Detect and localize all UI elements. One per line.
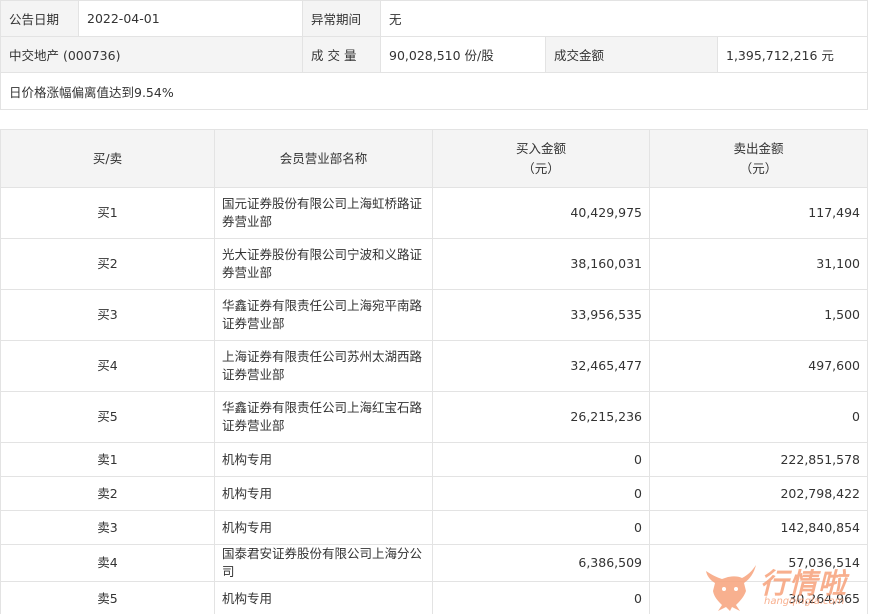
info-row: 公告日期 2022-04-01 异常期间 无 (0, 0, 869, 37)
row-buy-amount: 0 (432, 581, 650, 614)
table-row: 卖5 机构专用 0 30,264,965 (0, 581, 868, 614)
row-side: 买2 (0, 238, 215, 290)
header-sell-amount: 卖出金额 （元） (649, 129, 868, 188)
row-buy-amount: 40,429,975 (432, 187, 650, 239)
header-sell-line1: 卖出金额 (733, 140, 784, 156)
row-buy-amount: 32,465,477 (432, 340, 650, 392)
row-sell-amount: 31,100 (649, 238, 868, 290)
info-row: 中交地产 (000736) 成 交 量 90,028,510 份/股 成交金额 … (0, 36, 869, 73)
row-side: 买1 (0, 187, 215, 239)
header-buy-amount: 买入金额 （元） (432, 129, 650, 188)
page: 公告日期 2022-04-01 异常期间 无 中交地产 (000736) 成 交… (0, 0, 869, 614)
row-buy-amount: 26,215,236 (432, 391, 650, 443)
row-sell-amount: 1,500 (649, 289, 868, 341)
table-row: 买1 国元证券股份有限公司上海虹桥路证券营业部 40,429,975 117,4… (0, 187, 868, 239)
abnormal-period-value: 无 (379, 0, 869, 37)
row-broker: 国元证券股份有限公司上海虹桥路证券营业部 (214, 187, 433, 239)
row-buy-amount: 38,160,031 (432, 238, 650, 290)
row-side: 卖3 (0, 510, 215, 545)
row-sell-amount: 142,840,854 (649, 510, 868, 545)
amount-value: 1,395,712,216 元 (716, 36, 869, 73)
volume-label: 成 交 量 (302, 36, 381, 73)
row-buy-amount: 33,956,535 (432, 289, 650, 341)
header-broker: 会员营业部名称 (214, 129, 433, 188)
stock-name: 中交地产 (000736) (0, 36, 303, 73)
row-side: 卖1 (0, 442, 215, 477)
announce-date-value: 2022-04-01 (78, 0, 303, 37)
table-row: 买3 华鑫证券有限责任公司上海宛平南路证券营业部 33,956,535 1,50… (0, 289, 868, 341)
row-broker: 机构专用 (214, 442, 433, 477)
table-header-row: 买/卖 会员营业部名称 买入金额 （元） 卖出金额 （元） (0, 129, 868, 188)
row-broker: 光大证券股份有限公司宁波和义路证券营业部 (214, 238, 433, 290)
row-sell-amount: 497,600 (649, 340, 868, 392)
row-buy-amount: 0 (432, 476, 650, 511)
amount-label: 成交金额 (545, 36, 718, 73)
row-broker: 机构专用 (214, 476, 433, 511)
row-side: 卖4 (0, 544, 215, 582)
table-row: 卖2 机构专用 0 202,798,422 (0, 476, 868, 511)
header-buy-line2: （元） (522, 160, 560, 176)
row-sell-amount: 117,494 (649, 187, 868, 239)
abnormal-period-label: 异常期间 (302, 0, 381, 37)
row-broker: 华鑫证券有限责任公司上海红宝石路证券营业部 (214, 391, 433, 443)
info-row: 日价格涨幅偏离值达到9.54% (0, 72, 869, 110)
row-side: 卖5 (0, 581, 215, 614)
row-broker: 机构专用 (214, 510, 433, 545)
row-sell-amount: 0 (649, 391, 868, 443)
volume-value: 90,028,510 份/股 (380, 36, 546, 73)
row-side: 卖2 (0, 476, 215, 511)
table-row: 买2 光大证券股份有限公司宁波和义路证券营业部 38,160,031 31,10… (0, 238, 868, 290)
table-row: 买5 华鑫证券有限责任公司上海红宝石路证券营业部 26,215,236 0 (0, 391, 868, 443)
table-row: 卖3 机构专用 0 142,840,854 (0, 510, 868, 545)
row-broker: 机构专用 (214, 581, 433, 614)
row-sell-amount: 57,036,514 (649, 544, 868, 582)
table-row: 卖1 机构专用 0 222,851,578 (0, 442, 868, 477)
header-side: 买/卖 (0, 129, 215, 188)
row-broker: 华鑫证券有限责任公司上海宛平南路证券营业部 (214, 289, 433, 341)
table-row: 买4 上海证券有限责任公司苏州太湖西路证券营业部 32,465,477 497,… (0, 340, 868, 392)
table-row: 卖4 国泰君安证券股份有限公司上海分公司 6,386,509 57,036,51… (0, 544, 868, 582)
row-side: 买4 (0, 340, 215, 392)
row-side: 买5 (0, 391, 215, 443)
announce-date-label: 公告日期 (0, 0, 79, 37)
row-sell-amount: 202,798,422 (649, 476, 868, 511)
announcement-info-table: 公告日期 2022-04-01 异常期间 无 中交地产 (000736) 成 交… (0, 0, 869, 110)
trading-details-table: 买/卖 会员营业部名称 买入金额 （元） 卖出金额 （元） 买1 国元证券股份有限公… (0, 129, 868, 614)
row-sell-amount: 30,264,965 (649, 581, 868, 614)
row-sell-amount: 222,851,578 (649, 442, 868, 477)
row-buy-amount: 0 (432, 510, 650, 545)
header-buy-line1: 买入金额 (515, 140, 566, 156)
row-broker: 国泰君安证券股份有限公司上海分公司 (214, 544, 433, 582)
header-sell-line2: （元） (739, 160, 778, 176)
row-side: 买3 (0, 289, 215, 341)
abnormal-reason: 日价格涨幅偏离值达到9.54% (0, 72, 869, 110)
row-broker: 上海证券有限责任公司苏州太湖西路证券营业部 (214, 340, 433, 392)
row-buy-amount: 6,386,509 (432, 544, 650, 582)
row-buy-amount: 0 (432, 442, 650, 477)
